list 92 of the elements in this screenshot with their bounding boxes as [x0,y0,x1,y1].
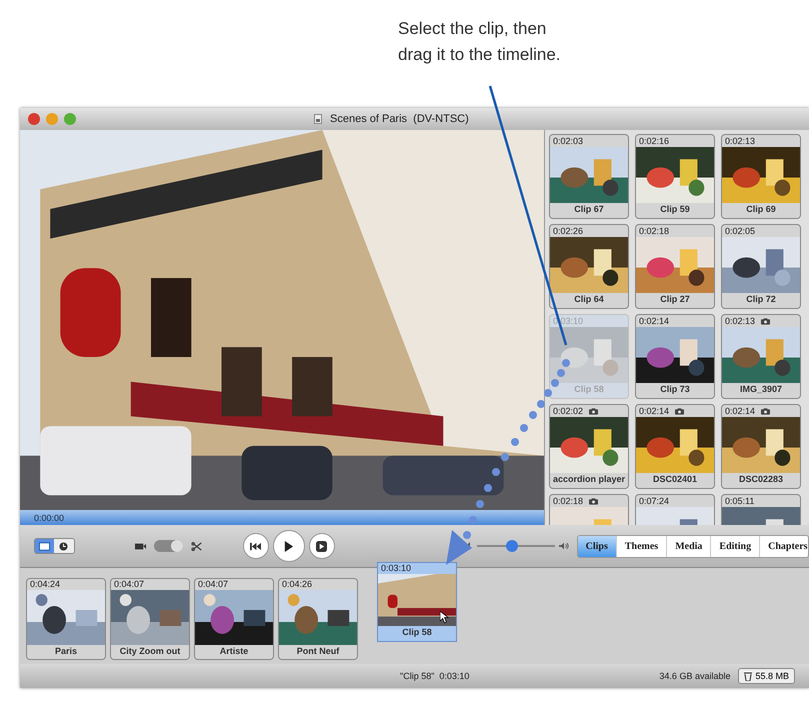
clip-duration: 0:02:05 [725,226,756,236]
clip-thumbnail[interactable]: 0:02:18 Clip 27 [635,224,715,309]
clip-name: Clip 27 [659,293,691,306]
clip-name: Clip 59 [659,203,691,216]
clip-name: DSC02283 [738,473,784,486]
rewind-button[interactable] [242,533,269,559]
clip-duration: 0:02:13 [725,316,756,326]
clip-name: Clip 58 [401,626,433,639]
camera-icon [761,318,770,324]
pane-tab[interactable]: Media [667,536,712,556]
rewind-icon [250,540,262,552]
window-title: Scenes of Paris (DV-NTSC) [330,113,469,125]
clip-info: "Clip 58" 0:03:10 [400,671,470,681]
camera-icon [761,408,770,414]
disk-space: 34.6 GB available [659,671,730,681]
document-icon [314,114,322,124]
volume-thumb[interactable] [506,540,518,552]
clip-thumbnail[interactable]: 0:02:16 Clip 59 [635,134,715,219]
zoom-button[interactable] [64,113,76,125]
trash-icon [744,672,752,680]
play-icon [283,540,294,552]
clip-name: Pont Neuf [296,645,340,658]
play-button[interactable] [272,530,305,562]
clip-duration: 0:07:24 [639,496,670,506]
fullscreen-play-button[interactable] [308,533,335,559]
clip-duration: 0:05:11 [725,496,754,506]
pane-tab[interactable]: Clips [578,536,617,556]
clip-duration: 0:02:18 [639,226,670,236]
callout-text: Select the clip, then drag it to the timeline. [397,18,562,66]
clip-duration: 0:04:07 [113,579,146,590]
clip-thumbnail[interactable]: 0:02:26 Clip 64 [549,224,629,309]
clip-duration: 0:04:07 [197,579,230,590]
clip-name: Clip 69 [745,203,777,216]
clip-name: DSC02401 [652,473,698,486]
clip-duration: 0:02:14 [725,406,756,416]
clip-duration: 0:02:18 [553,496,584,506]
clip-name: Artiste [218,645,250,658]
camera-icon [589,408,598,414]
clip-thumbnail[interactable]: 0:02:14 DSC02283 [721,404,801,489]
camera-icon [134,542,146,550]
clip-duration: 0:04:24 [29,579,62,590]
clip-duration: 0:03:10 [380,563,412,574]
clip-duration: 0:02:14 [639,316,670,326]
pane-tab[interactable]: Editing [711,536,760,556]
clip-thumbnail[interactable]: 0:05:11 [721,494,801,525]
clip-duration: 0:02:03 [553,136,584,146]
clip-name: Paris [54,645,78,658]
dragged-clip[interactable]: 0:03:10 Clip 58 [377,562,457,642]
cursor-icon [440,611,449,624]
timeline-clip[interactable]: 0:04:24 Paris [26,578,106,660]
pane-tab[interactable]: Chapters [760,536,808,556]
scrubber-bar[interactable]: 0:00:00 [20,510,544,525]
clip-duration: 0:02:13 [725,136,756,146]
clip-name: Clip 72 [745,293,777,306]
timecode: 0:00:00 [34,512,64,522]
clip-thumbnail[interactable]: 0:02:18 [549,494,629,525]
screen-icon [316,540,328,552]
scissors-icon [191,542,203,550]
clip-name: Clip 58 [573,383,605,396]
timeline-clip[interactable]: 0:04:07 Artiste [194,578,274,660]
film-icon [39,542,50,550]
clip-thumbnail[interactable]: 0:02:13 Clip 69 [721,134,801,219]
clip-duration: 0:02:14 [639,406,670,416]
pane-tab[interactable]: Themes [616,536,668,556]
clip-thumbnail[interactable]: 0:02:05 Clip 72 [721,224,801,309]
clip-name: Clip 67 [573,203,605,216]
clock-icon [58,542,70,550]
timeline-clip[interactable]: 0:04:26 Pont Neuf [278,578,358,660]
timeline-clip[interactable]: 0:04:07 City Zoom out [110,578,190,660]
clip-thumbnail[interactable]: 0:02:13 IMG_3907 [721,314,801,399]
clip-name: Clip 64 [573,293,605,306]
clip-duration: 0:04:26 [281,579,314,590]
speaker-loud-icon [558,542,569,550]
clip-thumbnail[interactable]: 0:02:02 accordion player [549,404,629,489]
clip-duration: 0:02:26 [553,226,584,236]
clip-view-button[interactable] [35,539,54,553]
clip-thumbnail[interactable]: 0:02:14 DSC02401 [635,404,715,489]
clip-thumbnail[interactable]: 0:02:14 Clip 73 [635,314,715,399]
clip-duration: 0:02:02 [553,406,584,416]
close-button[interactable] [28,113,40,125]
mode-switch[interactable] [154,540,184,552]
clip-name: accordion player [552,473,626,486]
clip-name: IMG_3907 [738,383,784,396]
camera-icon [675,408,684,414]
clip-duration: 0:02:16 [639,136,670,146]
time-view-button[interactable] [54,539,74,553]
camera-icon [589,498,598,504]
clip-thumbnail[interactable]: 0:02:03 Clip 67 [549,134,629,219]
clip-name: City Zoom out [118,645,182,658]
trash-button[interactable]: 55.8 MB [738,668,795,684]
clip-thumbnail[interactable]: 0:07:24 [635,494,715,525]
clip-name: Clip 73 [659,383,691,396]
